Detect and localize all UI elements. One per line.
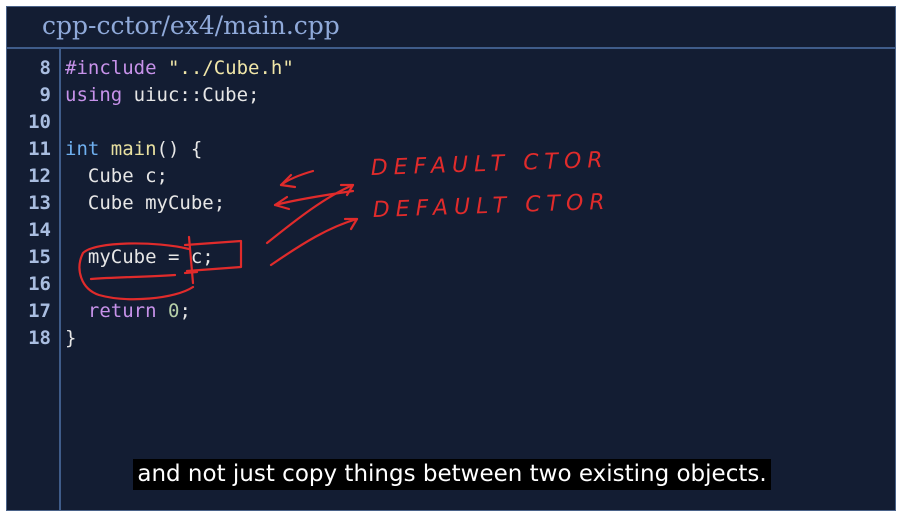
code-token: return [87, 300, 157, 322]
code-token: main [110, 138, 157, 160]
code-text: using uiuc::Cube; [65, 82, 259, 109]
code-token: int [65, 138, 100, 160]
code-token: myCube = c; [65, 246, 214, 268]
line-number: 15 [28, 246, 51, 268]
code-line: 13 Cube myCube; [7, 190, 895, 217]
subtitle-caption: and not just copy things between two exi… [7, 459, 895, 490]
video-frame: cpp-cctor/ex4/main.cpp 8 #include "../Cub… [6, 6, 896, 511]
code-line: 14 [7, 217, 895, 244]
code-token: "../Cube.h" [167, 57, 294, 79]
line-number: 16 [28, 273, 51, 295]
code-line: 8 #include "../Cube.h" [7, 55, 895, 82]
code-text: return 0; [65, 298, 191, 325]
code-line: 12 Cube c; [7, 163, 895, 190]
line-number: 10 [28, 111, 51, 133]
code-token: 0 [167, 300, 180, 322]
code-text: #include "../Cube.h" [65, 55, 294, 82]
code-line: 18} [7, 325, 895, 352]
title-bar: cpp-cctor/ex4/main.cpp [7, 7, 895, 49]
code-token: ; [179, 300, 191, 322]
line-number: 17 [28, 300, 51, 322]
code-text: Cube myCube; [65, 190, 225, 217]
code-text: } [65, 325, 76, 352]
code-line: 16 [7, 271, 895, 298]
line-number: 8 [39, 57, 51, 79]
code-line: 17 return 0; [7, 298, 895, 325]
line-number: 11 [28, 138, 51, 160]
line-number: 18 [28, 327, 51, 349]
code-line: 9 using uiuc::Cube; [7, 82, 895, 109]
code-line: 15 myCube = c; [7, 244, 895, 271]
file-title: cpp-cctor/ex4/main.cpp [42, 11, 340, 40]
code-line: 11 int main() { [7, 136, 895, 163]
caption-text: and not just copy things between two exi… [133, 459, 771, 490]
line-number: 9 [39, 84, 51, 106]
code-editor: 8 #include "../Cube.h"9 using uiuc::Cube;1… [7, 55, 895, 352]
code-text: Cube c; [65, 163, 168, 190]
code-token: } [65, 327, 77, 349]
code-text: int main() { [65, 136, 202, 163]
code-token: () { [156, 138, 203, 160]
line-number: 14 [28, 219, 51, 241]
code-line: 10 [7, 109, 895, 136]
code-text: myCube = c; [65, 244, 214, 271]
code-token: using [65, 84, 123, 106]
code-token: Cube c; [65, 165, 168, 187]
code-token: uiuc::Cube; [122, 84, 260, 106]
line-number: 12 [28, 165, 51, 187]
code-token: #include [65, 57, 157, 79]
line-number: 13 [28, 192, 51, 214]
code-token: Cube myCube; [65, 192, 226, 214]
